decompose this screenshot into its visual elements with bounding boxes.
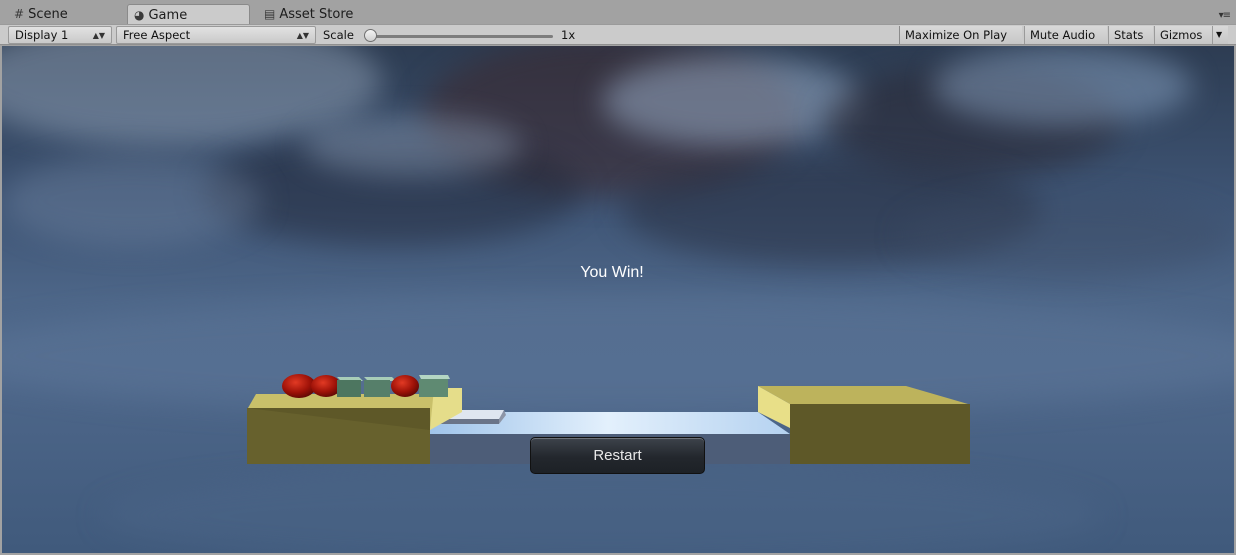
green-cube [419, 375, 450, 397]
tab-strip: # Scene ◕ Game ▤ Asset Store ▾≡ [0, 0, 1236, 25]
game-view[interactable]: You Win! Restart [2, 46, 1234, 553]
tab-scene[interactable]: # Scene [8, 4, 74, 24]
win-message: You Win! [580, 264, 644, 281]
store-icon: ▤ [264, 7, 276, 21]
maximize-on-play-button[interactable]: Maximize On Play [899, 26, 1022, 44]
display-dropdown-label: Display 1 [15, 28, 69, 42]
mute-audio-label: Mute Audio [1030, 28, 1096, 42]
mute-audio-button[interactable]: Mute Audio [1024, 26, 1107, 44]
gizmos-menu-icon[interactable]: ▼ [1212, 26, 1228, 44]
display-dropdown[interactable]: Display 1 ▲▼ [8, 26, 112, 44]
dropdown-arrow-icon: ▲▼ [92, 30, 105, 40]
red-ball [391, 375, 419, 397]
game-toolbar: Display 1 ▲▼ Free Aspect ▲▼ Scale 1x Max… [0, 24, 1236, 45]
dropdown-arrow-icon: ▲▼ [296, 30, 309, 40]
restart-button[interactable]: Restart [530, 437, 705, 474]
tab-game[interactable]: ◕ Game [127, 4, 250, 25]
restart-button-label: Restart [593, 447, 642, 464]
tab-game-label: Game [148, 7, 188, 23]
stats-label: Stats [1114, 28, 1144, 42]
maximize-on-play-label: Maximize On Play [905, 28, 1008, 42]
right-platform-front [790, 404, 970, 464]
right-platform-top [758, 386, 968, 404]
gizmos-label: Gizmos [1160, 28, 1203, 42]
grid-icon: # [14, 7, 25, 21]
aspect-dropdown-label: Free Aspect [123, 28, 191, 42]
tab-asset-store-label: Asset Store [279, 6, 354, 22]
scale-slider-handle[interactable] [364, 29, 377, 42]
pacman-icon: ◕ [134, 8, 145, 22]
scale-slider-track[interactable] [367, 35, 553, 38]
tab-menu-icon[interactable]: ▾≡ [1219, 10, 1231, 21]
scale-value: 1x [561, 28, 576, 42]
scene-objects [247, 374, 970, 464]
green-cube [337, 377, 363, 397]
red-ball [282, 374, 316, 398]
red-ball [311, 375, 341, 397]
tab-asset-store[interactable]: ▤ Asset Store [258, 4, 359, 24]
stats-button[interactable]: Stats [1108, 26, 1153, 44]
tab-scene-label: Scene [28, 6, 68, 22]
aspect-dropdown[interactable]: Free Aspect ▲▼ [116, 26, 316, 44]
gizmos-button[interactable]: Gizmos [1154, 26, 1212, 44]
scale-label: Scale [323, 28, 354, 42]
